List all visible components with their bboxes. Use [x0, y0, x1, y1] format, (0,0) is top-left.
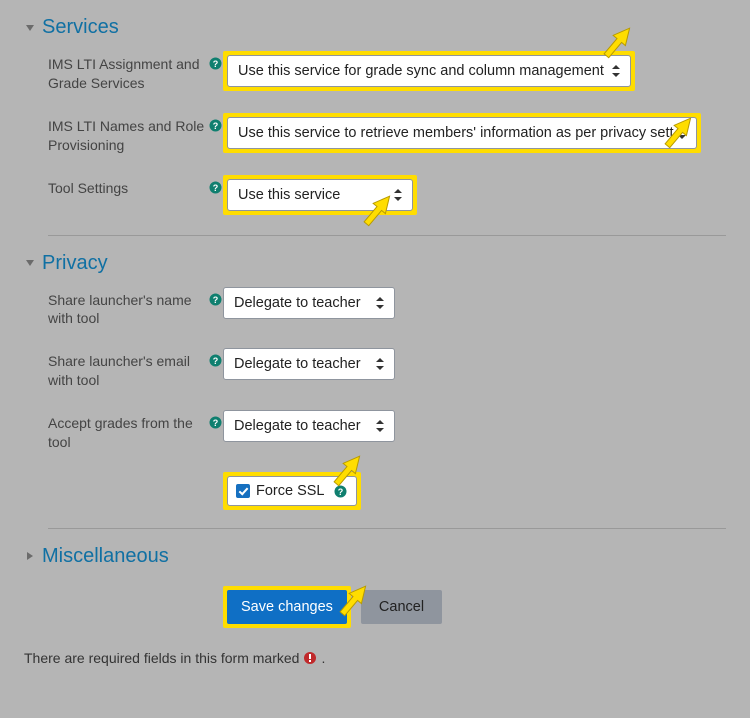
- row-share-email: Share launcher's email with tool ? Deleg…: [48, 348, 726, 390]
- required-fields-note: There are required fields in this form m…: [24, 650, 726, 666]
- help-icon[interactable]: ?: [208, 353, 223, 368]
- select-value: Delegate to teacher: [234, 356, 361, 372]
- row-ims-names: IMS LTI Names and Role Provisioning ? Us…: [48, 113, 726, 155]
- select-value: Delegate to teacher: [234, 295, 361, 311]
- select-ims-grade[interactable]: Use this service for grade sync and colu…: [227, 55, 631, 87]
- section-title: Services: [42, 16, 119, 39]
- highlight-box: Force SSL ?: [223, 472, 361, 510]
- row-share-name: Share launcher's name with tool ? Delega…: [48, 287, 726, 329]
- select-value: Delegate to teacher: [234, 418, 361, 434]
- cancel-button[interactable]: Cancel: [361, 590, 442, 624]
- updown-icon: [376, 420, 384, 432]
- help-icon[interactable]: ?: [208, 180, 223, 195]
- divider: [48, 528, 726, 529]
- svg-text:?: ?: [213, 295, 219, 305]
- section-header-services[interactable]: Services: [24, 16, 726, 39]
- highlight-box: Use this service to retrieve members' in…: [223, 113, 701, 153]
- label-ims-names: IMS LTI Names and Role Provisioning: [48, 117, 208, 155]
- updown-icon: [376, 358, 384, 370]
- help-icon[interactable]: ?: [333, 484, 348, 499]
- updown-icon: [678, 127, 686, 139]
- label-ims-grade: IMS LTI Assignment and Grade Services: [48, 55, 208, 93]
- chevron-right-icon: [24, 550, 36, 562]
- note-text: There are required fields in this form m…: [24, 650, 299, 666]
- section-header-privacy[interactable]: Privacy: [24, 252, 726, 275]
- svg-text:?: ?: [213, 418, 219, 428]
- checkbox-force-ssl[interactable]: Force SSL ?: [227, 476, 357, 506]
- save-button[interactable]: Save changes: [227, 590, 347, 624]
- required-icon: [303, 651, 317, 665]
- svg-text:?: ?: [213, 183, 219, 193]
- select-value: Use this service for grade sync and colu…: [238, 63, 604, 79]
- select-share-name[interactable]: Delegate to teacher: [223, 287, 395, 319]
- highlight-box: Use this service: [223, 175, 417, 215]
- section-title: Privacy: [42, 252, 108, 275]
- select-ims-names[interactable]: Use this service to retrieve members' in…: [227, 117, 697, 149]
- updown-icon: [612, 65, 620, 77]
- select-value: Use this service to retrieve members' in…: [238, 125, 674, 141]
- label-accept-grades: Accept grades from the tool: [48, 414, 208, 452]
- select-share-email[interactable]: Delegate to teacher: [223, 348, 395, 380]
- label-share-name: Share launcher's name with tool: [48, 291, 208, 329]
- select-tool-settings[interactable]: Use this service: [227, 179, 413, 211]
- row-accept-grades: Accept grades from the tool ? Delegate t…: [48, 410, 726, 452]
- checkbox-label: Force SSL: [256, 483, 325, 499]
- note-suffix: .: [321, 650, 325, 666]
- highlight-box: Use this service for grade sync and colu…: [223, 51, 635, 91]
- help-icon[interactable]: ?: [208, 292, 223, 307]
- section-header-misc[interactable]: Miscellaneous: [24, 545, 726, 568]
- updown-icon: [394, 189, 402, 201]
- svg-text:?: ?: [213, 356, 219, 366]
- svg-text:?: ?: [213, 121, 219, 131]
- svg-text:?: ?: [213, 59, 219, 69]
- row-ims-grade-services: IMS LTI Assignment and Grade Services ? …: [48, 51, 726, 93]
- section-title: Miscellaneous: [42, 545, 169, 568]
- checkbox-check-icon: [236, 484, 250, 498]
- row-tool-settings: Tool Settings ? Use this service: [48, 175, 726, 215]
- highlight-box: Save changes: [223, 586, 351, 628]
- chevron-down-icon: [24, 22, 36, 34]
- updown-icon: [376, 297, 384, 309]
- help-icon[interactable]: ?: [208, 56, 223, 71]
- label-share-email: Share launcher's email with tool: [48, 352, 208, 390]
- select-accept-grades[interactable]: Delegate to teacher: [223, 410, 395, 442]
- divider: [48, 235, 726, 236]
- label-tool-settings: Tool Settings: [48, 179, 128, 198]
- help-icon[interactable]: ?: [208, 118, 223, 133]
- svg-text:?: ?: [337, 487, 343, 497]
- select-value: Use this service: [238, 187, 340, 203]
- help-icon[interactable]: ?: [208, 415, 223, 430]
- chevron-down-icon: [24, 257, 36, 269]
